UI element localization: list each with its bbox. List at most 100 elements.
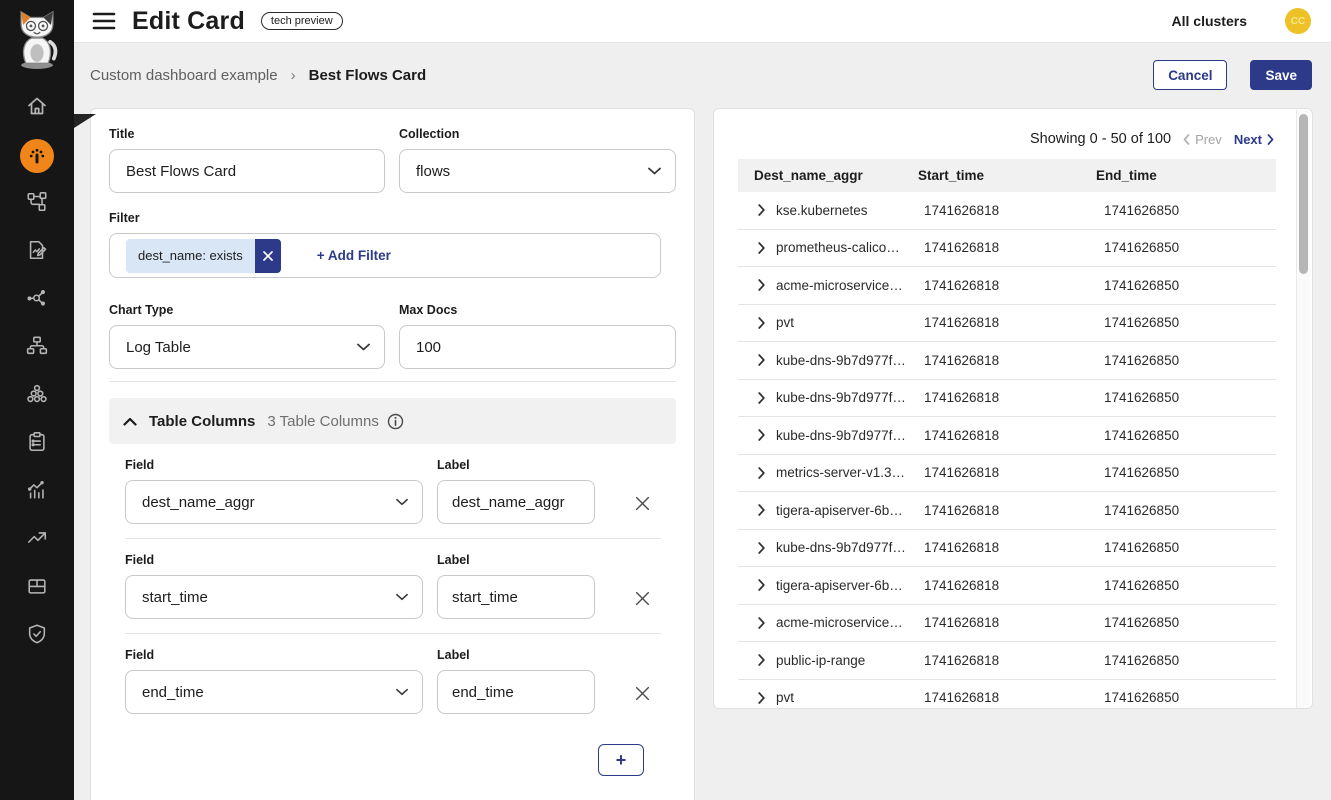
table-row[interactable]: pvt17416268181741626850: [738, 305, 1276, 343]
cell-end-time: 1741626850: [1096, 278, 1276, 293]
add-filter-button[interactable]: + Add Filter: [317, 248, 391, 263]
dashboard-gauge-icon: [20, 139, 54, 173]
sidebar-item-policies[interactable]: [13, 228, 61, 276]
sidebar-item-security[interactable]: [13, 612, 61, 660]
topbar: Edit Card tech preview All clusters CC: [74, 0, 1331, 43]
sidebar-item-threat-trends[interactable]: [13, 516, 61, 564]
table-columns-count: 3 Table Columns: [267, 413, 378, 430]
sidebar-item-home[interactable]: [13, 84, 61, 132]
table-row[interactable]: tigera-apiserver-6b…17416268181741626850: [738, 567, 1276, 605]
table-row[interactable]: acme-microservice…17416268181741626850: [738, 267, 1276, 305]
table-row[interactable]: acme-microservice…17416268181741626850: [738, 605, 1276, 643]
breadcrumb-parent[interactable]: Custom dashboard example: [90, 67, 278, 84]
hamburger-menu-button[interactable]: [90, 9, 118, 33]
column-header: Dest_name_aggr: [738, 168, 918, 183]
remove-column-button[interactable]: [634, 685, 651, 702]
save-button[interactable]: Save: [1250, 60, 1312, 90]
cell-dest-name: tigera-apiserver-6b…: [776, 578, 903, 593]
scrollbar-thumb[interactable]: [1299, 114, 1308, 274]
sidebar-item-endpoints[interactable]: [13, 324, 61, 372]
field-select[interactable]: start_time: [125, 575, 423, 619]
divider: [125, 633, 661, 634]
chevron-up-icon: [123, 417, 137, 426]
info-icon[interactable]: [387, 413, 404, 430]
prev-page-button[interactable]: Prev: [1183, 132, 1222, 147]
chart-type-select[interactable]: Log Table: [109, 325, 385, 369]
sidebar-item-compliance[interactable]: [13, 420, 61, 468]
expand-row-icon[interactable]: [758, 204, 765, 216]
cell-start-time: 1741626818: [918, 578, 1096, 593]
cell-start-time: 1741626818: [918, 278, 1096, 293]
table-row[interactable]: kube-dns-9b7d977f…17416268181741626850: [738, 530, 1276, 568]
sidebar-item-flow-logs[interactable]: [13, 468, 61, 516]
table-columns-title: Table Columns: [149, 413, 255, 430]
table-row[interactable]: prometheus-calico…17416268181741626850: [738, 230, 1276, 268]
expand-row-icon[interactable]: [758, 279, 765, 291]
field-label: Field: [125, 553, 423, 567]
remove-column-button[interactable]: [634, 590, 651, 607]
expand-row-icon[interactable]: [758, 654, 765, 666]
table-row[interactable]: kube-dns-9b7d977f…17416268181741626850: [738, 342, 1276, 380]
expand-row-icon[interactable]: [758, 392, 765, 404]
field-label: Field: [125, 648, 423, 662]
next-page-button[interactable]: Next: [1234, 132, 1274, 147]
sidebar-item-clusters[interactable]: [13, 372, 61, 420]
network-topology-icon: [26, 191, 48, 218]
add-column-button[interactable]: +: [598, 744, 644, 776]
field-select[interactable]: end_time: [125, 670, 423, 714]
expand-row-icon[interactable]: [758, 504, 765, 516]
cell-dest-name: metrics-server-v1.3…: [776, 465, 905, 480]
clipboard-icon: [26, 431, 48, 458]
sidebar-item-image-assurance[interactable]: [13, 564, 61, 612]
cell-start-time: 1741626818: [918, 503, 1096, 518]
cell-dest-name: kube-dns-9b7d977f…: [776, 353, 906, 368]
sidebar-item-dashboards[interactable]: [13, 132, 61, 180]
column-label-input[interactable]: [437, 575, 595, 619]
sidebar-item-service-graph[interactable]: [13, 276, 61, 324]
expand-row-icon[interactable]: [758, 354, 765, 366]
table-row[interactable]: metrics-server-v1.3…17416268181741626850: [738, 455, 1276, 493]
max-docs-label: Max Docs: [399, 303, 676, 317]
scrollbar-track[interactable]: [1296, 110, 1310, 708]
title-input[interactable]: [109, 149, 385, 193]
expand-row-icon[interactable]: [758, 317, 765, 329]
column-row: Field start_time Label: [125, 553, 661, 619]
calico-cat-logo[interactable]: [7, 6, 67, 72]
column-row: Field end_time Label: [125, 648, 661, 714]
field-select[interactable]: dest_name_aggr: [125, 480, 423, 524]
hierarchy-icon: [26, 335, 48, 362]
expand-row-icon[interactable]: [758, 692, 765, 704]
collection-value: flows: [416, 163, 450, 180]
remove-column-button[interactable]: [634, 495, 651, 512]
user-avatar[interactable]: CC: [1285, 8, 1311, 34]
table-row[interactable]: public-ip-range17416268181741626850: [738, 642, 1276, 680]
expand-row-icon[interactable]: [758, 429, 765, 441]
table-columns-section-header[interactable]: Table Columns 3 Table Columns: [109, 398, 676, 444]
expand-row-icon[interactable]: [758, 467, 765, 479]
filter-chip-remove-button[interactable]: [255, 239, 281, 273]
table-row[interactable]: pvt17416268181741626850: [738, 680, 1276, 710]
table-row[interactable]: kube-dns-9b7d977f…17416268181741626850: [738, 417, 1276, 455]
filter-box[interactable]: dest_name: exists + Add Filter: [109, 233, 661, 278]
expand-row-icon[interactable]: [758, 542, 765, 554]
expand-row-icon[interactable]: [758, 242, 765, 254]
cell-start-time: 1741626818: [918, 390, 1096, 405]
chevron-down-icon: [648, 167, 661, 175]
cell-end-time: 1741626850: [1096, 240, 1276, 255]
expand-row-icon[interactable]: [758, 617, 765, 629]
cancel-button[interactable]: Cancel: [1153, 60, 1227, 90]
cell-dest-name: tigera-apiserver-6b…: [776, 503, 903, 518]
cell-end-time: 1741626850: [1096, 503, 1276, 518]
cell-end-time: 1741626850: [1096, 615, 1276, 630]
table-row[interactable]: kse.kubernetes17416268181741626850: [738, 192, 1276, 230]
sidebar-item-network-topology[interactable]: [13, 180, 61, 228]
expand-row-icon[interactable]: [758, 579, 765, 591]
collection-select[interactable]: flows: [399, 149, 676, 193]
close-icon: [263, 251, 273, 261]
column-label-input[interactable]: [437, 480, 595, 524]
table-row[interactable]: tigera-apiserver-6b… 17416268181741626850: [738, 492, 1276, 530]
cluster-selector[interactable]: All clusters: [1172, 13, 1247, 29]
max-docs-input[interactable]: [399, 325, 676, 369]
column-label-input[interactable]: [437, 670, 595, 714]
table-row[interactable]: kube-dns-9b7d977f…17416268181741626850: [738, 380, 1276, 418]
